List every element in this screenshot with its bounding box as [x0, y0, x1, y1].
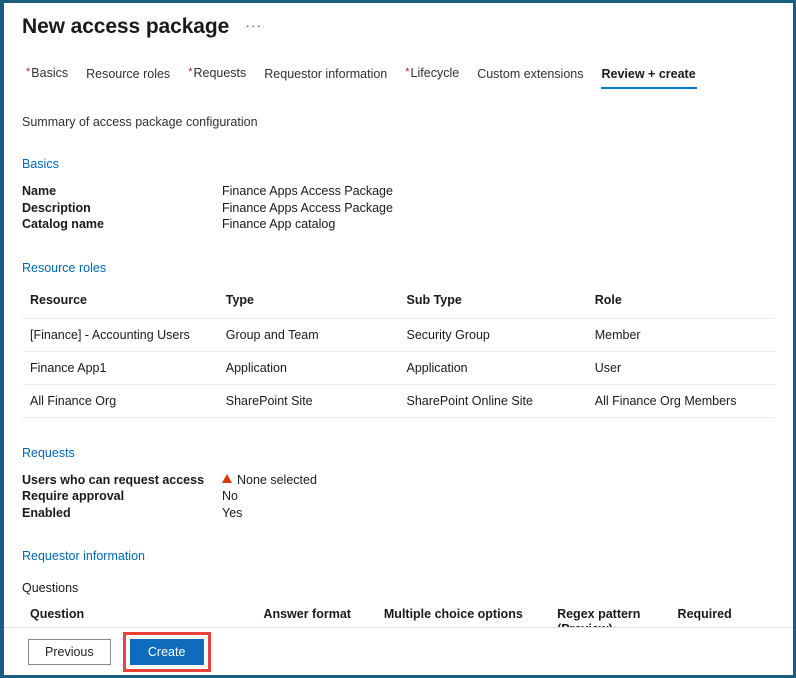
requests-label: Enabled: [22, 505, 71, 520]
requests-label: Users who can request access: [22, 472, 205, 487]
requests-value-text: No: [222, 489, 238, 503]
requests-row: Users who can request access None selecte…: [22, 472, 775, 489]
table-cell: All Finance Org: [22, 384, 218, 418]
create-button-highlight: Create: [122, 631, 211, 672]
tab-requests[interactable]: *Requests: [179, 65, 255, 89]
basics-label: Catalog name: [22, 217, 104, 231]
create-button[interactable]: Create: [129, 638, 204, 665]
basics-label: Description: [22, 200, 91, 215]
tab-requestor-information[interactable]: Requestor information: [255, 66, 396, 89]
resource-roles-table: Resource Type Sub Type Role [Finance] - Acc…: [22, 286, 775, 418]
page-title: New access package: [22, 15, 230, 38]
basics-value: Finance Apps Access Package: [222, 200, 393, 217]
tab-label: Review + create: [601, 67, 696, 81]
basics-value: Finance App catalog: [222, 216, 335, 233]
column-header: Role: [586, 286, 775, 319]
column-header: Sub Type: [398, 286, 587, 319]
requests-label: Require approval: [22, 489, 125, 503]
requests-row: Require approval No: [22, 488, 775, 505]
table-cell: User: [586, 351, 775, 385]
table-cell: SharePoint Online Site: [398, 384, 587, 418]
basics-value-text: Finance Apps Access Package: [222, 200, 393, 215]
table-cell: Application: [217, 351, 399, 385]
table-row: Finance App1 Application Application User: [22, 351, 775, 385]
wizard-tab-bar: *Basics Resource roles *Requests Requestor …: [4, 63, 793, 89]
questions-label: Questions: [22, 581, 79, 595]
basics-value-text: Finance Apps Access Package: [222, 184, 393, 198]
table-cell: All Finance Org Members: [586, 384, 775, 418]
basics-label: Name: [22, 184, 57, 198]
requests-row: Enabled Yes: [22, 505, 775, 522]
column-header: Type: [217, 286, 399, 319]
table-cell: Member: [586, 318, 775, 352]
more-options-icon[interactable]: ···: [245, 18, 262, 32]
summary-description: Summary of access package configuration: [22, 115, 258, 129]
tab-label: Custom extensions: [477, 67, 584, 81]
requests-list: Users who can request access None selecte…: [22, 472, 775, 522]
blade-content: Summary of access package configuration …: [4, 115, 793, 675]
table-row: All Finance Org SharePoint Site SharePoint…: [22, 384, 775, 418]
basics-value: Finance Apps Access Package: [222, 183, 393, 200]
tab-resource-roles[interactable]: Resource roles: [77, 66, 179, 89]
section-heading-resource-roles[interactable]: Resource roles: [22, 261, 775, 275]
table-cell: Group and Team: [217, 318, 399, 352]
basics-row: Name Finance Apps Access Package: [22, 183, 775, 200]
table-header-row: Resource Type Sub Type Role: [22, 286, 775, 319]
basics-list: Name Finance Apps Access Package Descripti…: [22, 183, 775, 233]
basics-row: Catalog name Finance App catalog: [22, 216, 775, 233]
requests-value: None selected: [222, 472, 317, 489]
column-header: Resource: [22, 286, 218, 319]
tab-label: Resource roles: [86, 67, 171, 81]
requests-value: No: [222, 488, 238, 505]
section-heading-requests[interactable]: Requests: [22, 446, 775, 460]
tab-lifecycle[interactable]: *Lifecycle: [396, 65, 468, 89]
warning-triangle-icon: [222, 474, 232, 484]
blade-header: New access package ···: [4, 3, 793, 39]
tab-label: Lifecycle: [410, 66, 460, 80]
required-asterisk-icon: *: [26, 66, 31, 78]
table-cell: Finance App1: [22, 351, 218, 385]
table-cell: Application: [398, 351, 587, 385]
requests-value: Yes: [222, 505, 242, 522]
previous-button[interactable]: Previous: [28, 638, 111, 665]
tab-label: Requestor information: [264, 67, 388, 81]
tab-review-create[interactable]: Review + create: [593, 66, 705, 89]
basics-value-text: Finance App catalog: [222, 217, 336, 231]
table-row: [Finance] - Accounting Users Group and Te…: [22, 318, 775, 352]
basics-row: Description Finance Apps Access Package: [22, 200, 775, 217]
tab-label: Basics: [31, 66, 69, 80]
section-heading-basics[interactable]: Basics: [22, 157, 775, 171]
azure-portal-blade: New access package ··· *Basics Resource r…: [0, 0, 796, 678]
required-asterisk-icon: *: [405, 66, 410, 78]
section-heading-requestor-information[interactable]: Requestor information: [22, 549, 775, 563]
blade-footer: Previous Create: [4, 627, 793, 675]
table-cell: Security Group: [398, 318, 587, 352]
required-asterisk-icon: *: [188, 66, 193, 78]
requests-value-text: None selected: [237, 472, 317, 487]
tab-custom-extensions[interactable]: Custom extensions: [468, 66, 592, 89]
requests-value-text: Yes: [222, 505, 243, 520]
table-cell: SharePoint Site: [217, 384, 399, 418]
tab-basics[interactable]: *Basics: [17, 65, 77, 89]
table-cell: [Finance] - Accounting Users: [22, 318, 218, 352]
tab-label: Requests: [193, 66, 247, 80]
